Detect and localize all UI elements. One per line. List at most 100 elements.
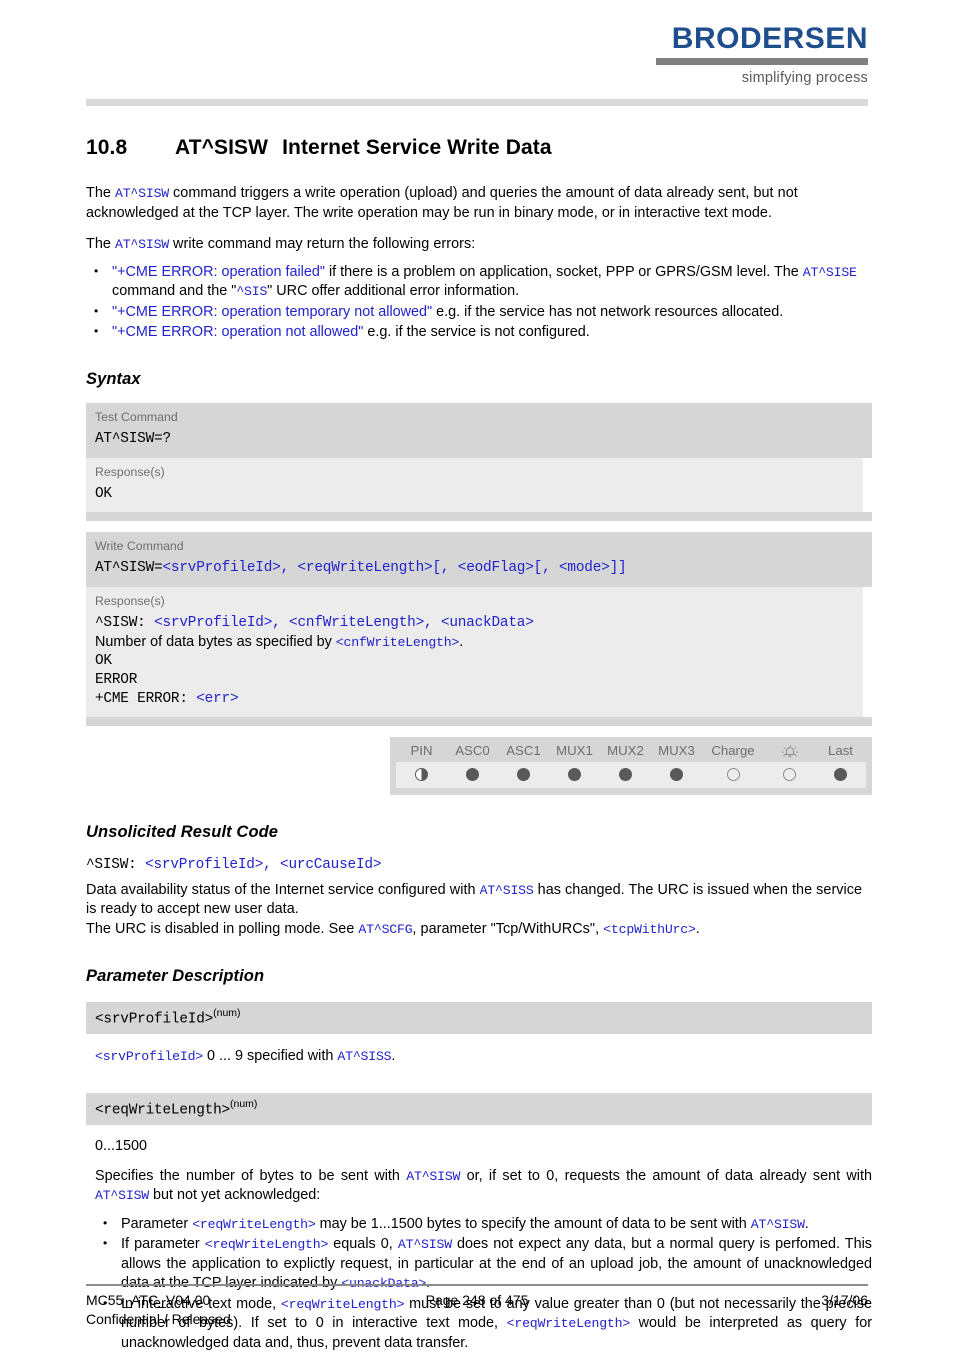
capability-value-pin (396, 762, 447, 788)
error-bullet-item: "+CME ERROR: operation failed" if there … (86, 262, 872, 302)
intro-p1-a: The (86, 185, 115, 201)
urc-code-scfg: AT^SCFG (358, 921, 413, 937)
page-title: 10.8 AT^SISW Internet Service Write Data (86, 136, 872, 160)
rwl-code-2: AT^SISW (95, 1188, 149, 1204)
resp2-code: <cnfWriteLength> (335, 634, 460, 650)
write-response-line-3: OK (95, 652, 112, 669)
intro-p2-b: write command may return the following e… (169, 236, 476, 252)
resp2-b: . (459, 633, 464, 650)
parameter-description-heading: Parameter Description (86, 967, 265, 985)
error-rest3: " URC offer additional error information… (267, 283, 520, 299)
capability-header-asc1: ASC1 (506, 742, 541, 758)
test-command-label: Test Command (95, 409, 178, 424)
capability-value-mux2 (600, 762, 651, 788)
urc-description-1: Data availability status of the Internet… (86, 881, 872, 920)
urc-desc-d: , parameter "Tcp/WithURCs", (412, 920, 604, 937)
capability-header-asc0: ASC0 (455, 742, 490, 758)
capability-header-charge: Charge (711, 742, 755, 758)
footer-row-primary: MC55_ATC_V04.00 Page 248 of 475 3/17/06 (86, 1292, 868, 1310)
write-command-label: Write Command (95, 538, 184, 553)
capability-value-mux3 (651, 762, 702, 788)
error-rest: e.g. if the service is not configured. (363, 324, 590, 340)
capability-header-pin: PIN (410, 742, 433, 758)
write-response-line-4: ERROR (95, 671, 138, 688)
urc-description-2: The URC is disabled in polling mode. See… (86, 920, 872, 940)
param-body-srvprofileid: <srvProfileId> 0 ... 9 specified with AT… (86, 1047, 872, 1067)
page-content: 10.8 AT^SISW Internet Service Write Data T… (86, 0, 872, 1351)
footer-date: 3/17/06 (821, 1292, 868, 1308)
error-bullet-item: "+CME ERROR: operation temporary not all… (86, 302, 872, 323)
section-command: AT^SISW (175, 136, 269, 159)
syntax-test-command-block: Test Command AT^SISW=? Response(s) OK (86, 402, 872, 521)
param-desc-a: 0 ... 9 specified with (203, 1048, 338, 1065)
half-circle-icon (415, 768, 428, 781)
footer-document-id: MC55_ATC_V04.00 (86, 1292, 211, 1308)
urc-code-line: ^SISW: <srvProfileId>, <urcCauseId> (86, 856, 872, 875)
error-bullet-item: "+CME ERROR: operation not allowed" e.g.… (86, 322, 872, 343)
urc-desc-e: . (695, 920, 700, 937)
intro-p2-code: AT^SISW (115, 237, 169, 252)
write-response-line-2: Number of data bytes as specified by <cn… (95, 633, 854, 652)
param-body-reqwritelength: Specifies the number of bytes to be sent… (86, 1167, 872, 1206)
capability-value-mux1 (549, 762, 600, 788)
b1-b: equals 0, (328, 1236, 398, 1253)
error-rest: e.g. if the service has not network reso… (432, 303, 784, 320)
capability-value-asc0 (447, 762, 498, 788)
rwl-desc-b: or, if set to 0, requests the amount of … (460, 1167, 872, 1184)
test-response-code: OK (95, 485, 112, 502)
footer-classification: Confidential / Released (86, 1311, 231, 1327)
error-bullet-list: "+CME ERROR: operation failed" if there … (86, 262, 872, 343)
intro-p2-a: The (86, 236, 115, 252)
b0-b: may be 1...1500 bytes to specify the amo… (315, 1215, 751, 1232)
test-command-row: Test Command AT^SISW=? (86, 402, 872, 458)
urc-code-prefix: ^SISW: (86, 856, 146, 873)
urc-heading: Unsolicited Result Code (86, 822, 279, 841)
error-rest2: command and the " (112, 283, 237, 299)
intro-paragraph-1: The AT^SISW command triggers a write ope… (86, 184, 872, 223)
capability-value-alarm (764, 762, 815, 788)
write-response-line-1: ^SISW: <srvProfileId>, <cnfWriteLength>,… (95, 614, 854, 633)
capability-value-asc1 (498, 762, 549, 788)
capability-header-row: PIN ASC0 ASC1 MUX1 MUX2 MUX3 Charge Last (396, 741, 866, 762)
empty-circle-icon (726, 768, 740, 781)
urc-code-params: <srvProfileId>, <urcCauseId> (145, 856, 382, 873)
resp5-code: <err> (196, 690, 239, 707)
alarm-bell-icon (764, 742, 815, 761)
urc-code-tcpwithurc: <tcpWithUrc> (603, 921, 696, 937)
write-response-line-5: +CME ERROR: <err> (95, 690, 854, 709)
param-range-reqwritelength: 0...1500 (95, 1138, 148, 1155)
intro-paragraph-2: The AT^SISW write command may return the… (86, 235, 872, 255)
syntax-write-command-block: Write Command AT^SISW=<srvProfileId>, <r… (86, 531, 872, 726)
error-code-sis: ^SIS (236, 284, 268, 299)
filled-circle-icon (517, 768, 530, 781)
footer-page-number: Page 248 of 475 (425, 1292, 529, 1308)
resp2-a: Number of data bytes as specified by (95, 633, 336, 650)
rwl-code-1: AT^SISW (406, 1168, 461, 1184)
filled-circle-icon (834, 768, 847, 781)
urc-code-siss: AT^SISS (479, 882, 534, 898)
test-response-label: Response(s) (95, 464, 165, 479)
rwl-desc-c: but not yet acknowledged: (149, 1187, 321, 1204)
resp1-params: <srvProfileId>, <cnfWriteLength>, <unack… (154, 614, 534, 631)
param-name-text: <reqWriteLength> (95, 1102, 230, 1119)
error-quote: "+CME ERROR: operation temporary not all… (112, 303, 433, 320)
param-code-srvprofileid: <srvProfileId> (95, 1049, 203, 1065)
intro-p1-b: command triggers a write operation (uplo… (86, 185, 798, 221)
section-number: 10.8 (86, 136, 128, 159)
footer-divider (86, 1284, 868, 1286)
urc-desc-c: The URC is disabled in polling mode. See (86, 920, 359, 937)
write-command-params: <srvProfileId>, <reqWriteLength>[, <eodF… (162, 559, 627, 576)
capability-value-last (815, 762, 866, 788)
test-command-code: AT^SISW=? (95, 430, 863, 449)
filled-circle-icon (619, 768, 632, 781)
empty-circle-icon (783, 768, 796, 781)
syntax-heading: Syntax (86, 369, 141, 388)
error-code-sise: AT^SISE (802, 264, 857, 280)
write-command-code: AT^SISW=<srvProfileId>, <reqWriteLength>… (95, 559, 863, 578)
param-header-srvprofileid: <srvProfileId>(num) (86, 1002, 872, 1035)
rwl-desc-a: Specifies the number of bytes to be sent… (95, 1167, 407, 1184)
param-header-reqwritelength: <reqWriteLength>(num) (86, 1092, 872, 1126)
filled-circle-icon (466, 768, 479, 781)
param-desc-b: . (391, 1048, 396, 1065)
list-item: Parameter <reqWriteLength> may be 1...15… (95, 1214, 872, 1235)
